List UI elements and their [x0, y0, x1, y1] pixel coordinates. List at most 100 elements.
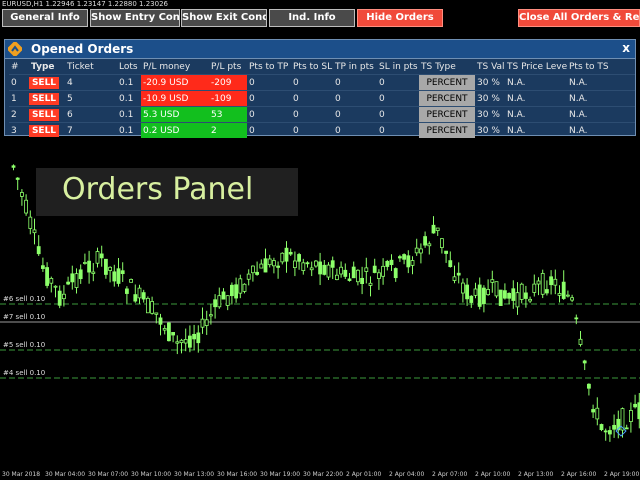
lots-cell: 0.1: [117, 90, 141, 107]
candle-body: [444, 250, 449, 254]
sl-pts-cell: 0: [377, 74, 419, 91]
column-header: Pts to SL: [293, 61, 333, 72]
order-row: 2 SELL 6 0.1 5.3 USD 53 0 0 0 0 PERCENT 30 % N.A. N.A…: [9, 106, 635, 123]
candle-body: [599, 424, 604, 431]
candle-body: [175, 341, 180, 344]
candle-body: [460, 282, 465, 294]
sell-type-button[interactable]: SELL: [29, 93, 59, 105]
type-cell: SELL: [29, 90, 65, 107]
candle-body: [57, 290, 62, 306]
candle-body: [284, 247, 289, 262]
pl-pts-cell: -109: [209, 90, 247, 107]
n-cell: 3: [9, 122, 29, 138]
candle-body: [36, 246, 41, 255]
ts-type-cell[interactable]: PERCENT: [419, 106, 475, 123]
candle-body: [427, 243, 432, 247]
sell-type-button[interactable]: SELL: [29, 109, 59, 121]
pts-tp-cell: 0: [247, 122, 291, 138]
candle-body: [486, 289, 491, 296]
candle-body: [53, 285, 58, 288]
pl-pts-cell: 53: [209, 106, 247, 123]
candle-body: [112, 271, 117, 282]
candle-body: [612, 424, 616, 430]
panel-header[interactable]: Opened Orders x: [5, 40, 635, 59]
candle-body: [566, 294, 570, 297]
pts-ts-cell: N.A.: [567, 90, 635, 107]
lots-cell: 0.1: [117, 106, 141, 123]
ts-type-cell[interactable]: PERCENT: [419, 74, 475, 91]
candle-body: [141, 292, 146, 300]
candle-body: [603, 430, 608, 433]
candle-body: [225, 295, 230, 306]
candle-body: [549, 276, 553, 286]
ts-price-cell: N.A.: [505, 74, 567, 91]
candle-body: [435, 227, 440, 231]
hide-orders-button[interactable]: Hide Orders: [357, 9, 443, 27]
ts-type-cell[interactable]: PERCENT: [419, 122, 475, 138]
candle-body: [330, 260, 335, 268]
candle-body: [259, 263, 264, 269]
candle-body: [288, 251, 293, 255]
candle-body: [469, 295, 474, 303]
n-cell: 0: [9, 74, 29, 91]
candle-body: [376, 272, 381, 279]
candle-body: [465, 284, 470, 300]
candle-body: [423, 236, 428, 246]
candle-body: [104, 258, 108, 275]
candle-body: [385, 260, 390, 267]
candle-body: [473, 288, 478, 296]
candle-body: [381, 265, 386, 277]
candle-body: [540, 273, 545, 295]
ts-val-cell: 30 %: [475, 122, 505, 138]
ts-val-cell: 30 %: [475, 74, 505, 91]
candle-body: [448, 260, 453, 268]
ts-price-cell: N.A.: [505, 122, 567, 138]
show-entry-cond-button[interactable]: Show Entry Cond.: [90, 9, 180, 27]
column-header: Type: [31, 61, 55, 72]
ts-type-cell[interactable]: PERCENT: [419, 90, 475, 107]
column-header: Pts to TP: [249, 61, 289, 72]
ticket-cell: 5: [65, 90, 117, 107]
order-level-label: #4 sell 0.10: [3, 369, 46, 377]
candle-body: [339, 266, 344, 275]
candle-body: [578, 338, 583, 345]
ts-price-cell: N.A.: [505, 106, 567, 123]
candle-body: [511, 288, 516, 301]
candle-body: [158, 317, 163, 325]
candle-body: [591, 409, 595, 413]
candle-body: [280, 252, 285, 263]
candle-body: [276, 265, 281, 268]
column-header: SL in pts: [379, 61, 418, 72]
sell-type-button[interactable]: SELL: [29, 125, 59, 137]
close-panel-button[interactable]: x: [622, 41, 630, 55]
column-header: #: [11, 61, 19, 72]
lots-cell: 0.1: [117, 122, 141, 138]
lots-cell: 0.1: [117, 74, 141, 91]
candle-body: [87, 260, 91, 273]
sell-type-button[interactable]: SELL: [29, 77, 59, 89]
type-cell: SELL: [29, 122, 65, 138]
column-header: TP in pts: [335, 61, 374, 72]
order-row: 0 SELL 4 0.1 -20.9 USD -209 0 0 0 0 PERCENT 30 % N.A…: [9, 74, 635, 91]
candle-body: [389, 259, 394, 266]
candle-body: [368, 282, 373, 286]
candle-body: [582, 360, 587, 364]
tp-pts-cell: 0: [333, 74, 377, 91]
candle-body: [171, 332, 176, 336]
n-cell: 2: [9, 106, 29, 123]
ind-info-button[interactable]: Ind. Info: [269, 9, 355, 27]
time-axis-label: 2 Apr 10:00: [475, 471, 511, 478]
general-info-button[interactable]: General Info: [2, 9, 88, 27]
close-all-orders-reset-button[interactable]: Close All Orders & Reset: [518, 9, 640, 27]
tp-pts-cell: 0: [333, 122, 377, 138]
candle-body: [519, 283, 524, 300]
ticket-cell: 6: [65, 106, 117, 123]
candle-body: [154, 312, 159, 315]
candle-body: [116, 268, 121, 284]
candle-body: [431, 224, 436, 234]
chart-symbol-info: EURUSD,H1 1.22946 1.23147 1.22880 1.2302…: [2, 0, 168, 8]
time-axis-label: 2 Apr 07:00: [432, 471, 468, 478]
pl-money-cell: -20.9 USD: [141, 74, 209, 91]
show-exit-cond-button[interactable]: Show Exit Cond.: [181, 9, 267, 27]
candle-body: [24, 199, 29, 214]
